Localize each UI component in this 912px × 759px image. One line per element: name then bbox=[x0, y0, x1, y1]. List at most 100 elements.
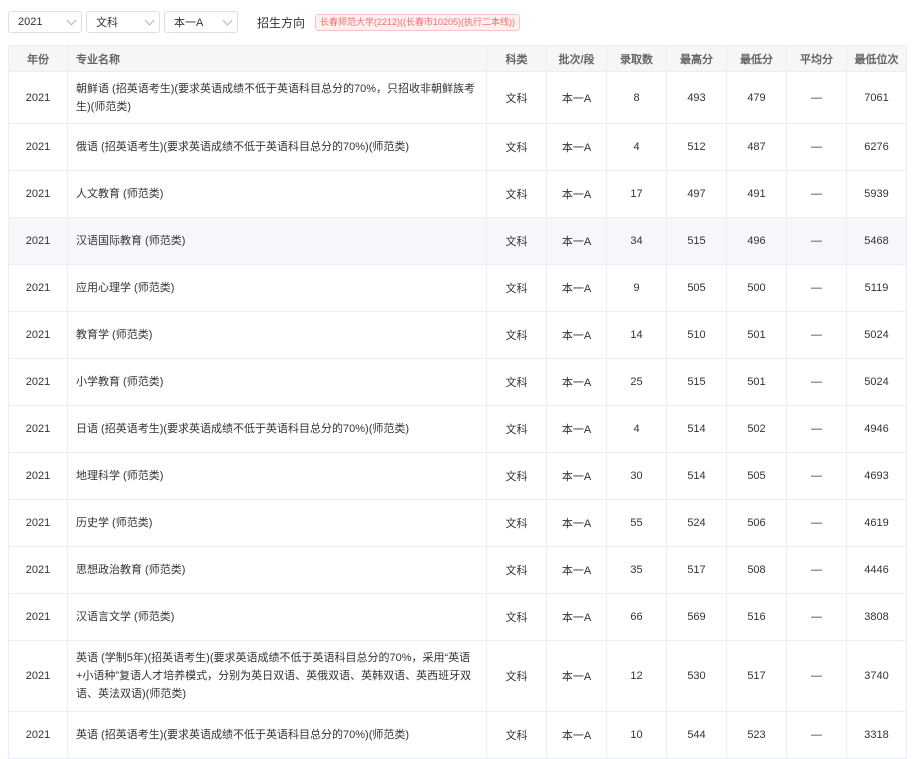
col-header-avg-score: 平均分 bbox=[787, 46, 847, 72]
col-header-batch: 批次/段 bbox=[547, 46, 607, 72]
col-header-min-score: 最低分 bbox=[727, 46, 787, 72]
cell-subject: 文科 bbox=[487, 171, 547, 218]
cell-max-score: 512 bbox=[667, 124, 727, 171]
cell-avg-score: — bbox=[787, 218, 847, 265]
col-header-year: 年份 bbox=[9, 46, 68, 72]
table-row[interactable]: 2021应用心理学 (师范类)文科本一A9505500—5119 bbox=[9, 265, 907, 312]
cell-admitted: 14 bbox=[607, 312, 667, 359]
cell-admitted: 4 bbox=[607, 124, 667, 171]
table-row[interactable]: 2021教育学 (师范类)文科本一A14510501—5024 bbox=[9, 312, 907, 359]
cell-admitted: 34 bbox=[607, 218, 667, 265]
cell-min-rank: 4946 bbox=[847, 406, 907, 453]
cell-admitted: 35 bbox=[607, 547, 667, 594]
cell-admitted: 17 bbox=[607, 171, 667, 218]
cell-admitted: 30 bbox=[607, 453, 667, 500]
direction-label: 招生方向 bbox=[257, 14, 305, 31]
table-row[interactable]: 2021汉语国际教育 (师范类)文科本一A34515496—5468 bbox=[9, 218, 907, 265]
batch-select[interactable]: 本一A bbox=[164, 11, 238, 33]
direction-tag[interactable]: 长春师范大学(2212)((长春市10205)(执行二本线)) bbox=[315, 14, 520, 31]
year-select[interactable]: 2021 bbox=[8, 11, 82, 33]
cell-year: 2021 bbox=[9, 359, 68, 406]
cell-subject: 文科 bbox=[487, 359, 547, 406]
cell-batch: 本一A bbox=[547, 312, 607, 359]
cell-subject: 文科 bbox=[487, 72, 547, 124]
col-header-min-rank: 最低位次 bbox=[847, 46, 907, 72]
cell-admitted: 66 bbox=[607, 594, 667, 641]
cell-min-rank: 4619 bbox=[847, 500, 907, 547]
cell-admitted: 25 bbox=[607, 359, 667, 406]
col-header-max-score: 最高分 bbox=[667, 46, 727, 72]
cell-min-rank: 7061 bbox=[847, 72, 907, 124]
cell-min-rank: 3318 bbox=[847, 712, 907, 759]
cell-subject: 文科 bbox=[487, 594, 547, 641]
cell-min-rank: 5939 bbox=[847, 171, 907, 218]
chevron-down-icon bbox=[67, 15, 77, 25]
cell-min-score: 502 bbox=[727, 406, 787, 453]
cell-major: 小学教育 (师范类) bbox=[68, 359, 487, 406]
table-row[interactable]: 2021俄语 (招英语考生)(要求英语成绩不低于英语科目总分的70%)(师范类)… bbox=[9, 124, 907, 171]
cell-year: 2021 bbox=[9, 500, 68, 547]
cell-avg-score: — bbox=[787, 312, 847, 359]
cell-min-score: 491 bbox=[727, 171, 787, 218]
cell-major: 应用心理学 (师范类) bbox=[68, 265, 487, 312]
cell-batch: 本一A bbox=[547, 124, 607, 171]
table-row[interactable]: 2021英语 (学制5年)(招英语考生)(要求英语成绩不低于英语科目总分的70%… bbox=[9, 641, 907, 712]
cell-major: 历史学 (师范类) bbox=[68, 500, 487, 547]
table-row[interactable]: 2021历史学 (师范类)文科本一A55524506—4619 bbox=[9, 500, 907, 547]
cell-subject: 文科 bbox=[487, 218, 547, 265]
chevron-down-icon bbox=[145, 15, 155, 25]
subject-select[interactable]: 文科 bbox=[86, 11, 160, 33]
cell-min-score: 516 bbox=[727, 594, 787, 641]
col-header-major: 专业名称 bbox=[68, 46, 487, 72]
cell-avg-score: — bbox=[787, 72, 847, 124]
cell-major: 汉语言文学 (师范类) bbox=[68, 594, 487, 641]
cell-min-score: 479 bbox=[727, 72, 787, 124]
cell-year: 2021 bbox=[9, 312, 68, 359]
cell-min-rank: 4446 bbox=[847, 547, 907, 594]
cell-year: 2021 bbox=[9, 265, 68, 312]
cell-max-score: 515 bbox=[667, 359, 727, 406]
cell-max-score: 515 bbox=[667, 218, 727, 265]
cell-max-score: 497 bbox=[667, 171, 727, 218]
table-row[interactable]: 2021汉语言文学 (师范类)文科本一A66569516—3808 bbox=[9, 594, 907, 641]
cell-max-score: 493 bbox=[667, 72, 727, 124]
table-row[interactable]: 2021思想政治教育 (师范类)文科本一A35517508—4446 bbox=[9, 547, 907, 594]
cell-avg-score: — bbox=[787, 594, 847, 641]
table-row[interactable]: 2021日语 (招英语考生)(要求英语成绩不低于英语科目总分的70%)(师范类)… bbox=[9, 406, 907, 453]
filter-bar: 2021 文科 本一A 招生方向 长春师范大学(2212)((长春市10205)… bbox=[8, 10, 520, 34]
cell-min-rank: 4693 bbox=[847, 453, 907, 500]
cell-admitted: 4 bbox=[607, 406, 667, 453]
table-row[interactable]: 2021人文教育 (师范类)文科本一A17497491—5939 bbox=[9, 171, 907, 218]
subject-select-value: 文科 bbox=[96, 14, 118, 30]
table-row[interactable]: 2021英语 (招英语考生)(要求英语成绩不低于英语科目总分的70%)(师范类)… bbox=[9, 712, 907, 759]
cell-min-score: 487 bbox=[727, 124, 787, 171]
cell-batch: 本一A bbox=[547, 72, 607, 124]
cell-year: 2021 bbox=[9, 547, 68, 594]
cell-year: 2021 bbox=[9, 171, 68, 218]
cell-subject: 文科 bbox=[487, 547, 547, 594]
table-row[interactable]: 2021小学教育 (师范类)文科本一A25515501—5024 bbox=[9, 359, 907, 406]
year-select-value: 2021 bbox=[18, 16, 42, 28]
cell-major: 教育学 (师范类) bbox=[68, 312, 487, 359]
cell-batch: 本一A bbox=[547, 265, 607, 312]
cell-avg-score: — bbox=[787, 500, 847, 547]
cell-year: 2021 bbox=[9, 641, 68, 712]
cell-max-score: 544 bbox=[667, 712, 727, 759]
cell-max-score: 530 bbox=[667, 641, 727, 712]
cell-major: 人文教育 (师范类) bbox=[68, 171, 487, 218]
cell-year: 2021 bbox=[9, 406, 68, 453]
cell-year: 2021 bbox=[9, 218, 68, 265]
cell-major: 思想政治教育 (师范类) bbox=[68, 547, 487, 594]
cell-min-rank: 6276 bbox=[847, 124, 907, 171]
cell-subject: 文科 bbox=[487, 406, 547, 453]
col-header-subject: 科类 bbox=[487, 46, 547, 72]
cell-min-rank: 5119 bbox=[847, 265, 907, 312]
cell-max-score: 505 bbox=[667, 265, 727, 312]
cell-admitted: 12 bbox=[607, 641, 667, 712]
cell-major: 俄语 (招英语考生)(要求英语成绩不低于英语科目总分的70%)(师范类) bbox=[68, 124, 487, 171]
table-row[interactable]: 2021朝鲜语 (招英语考生)(要求英语成绩不低于英语科目总分的70%，只招收非… bbox=[9, 72, 907, 124]
cell-avg-score: — bbox=[787, 641, 847, 712]
cell-avg-score: — bbox=[787, 406, 847, 453]
table-row[interactable]: 2021地理科学 (师范类)文科本一A30514505—4693 bbox=[9, 453, 907, 500]
cell-subject: 文科 bbox=[487, 500, 547, 547]
